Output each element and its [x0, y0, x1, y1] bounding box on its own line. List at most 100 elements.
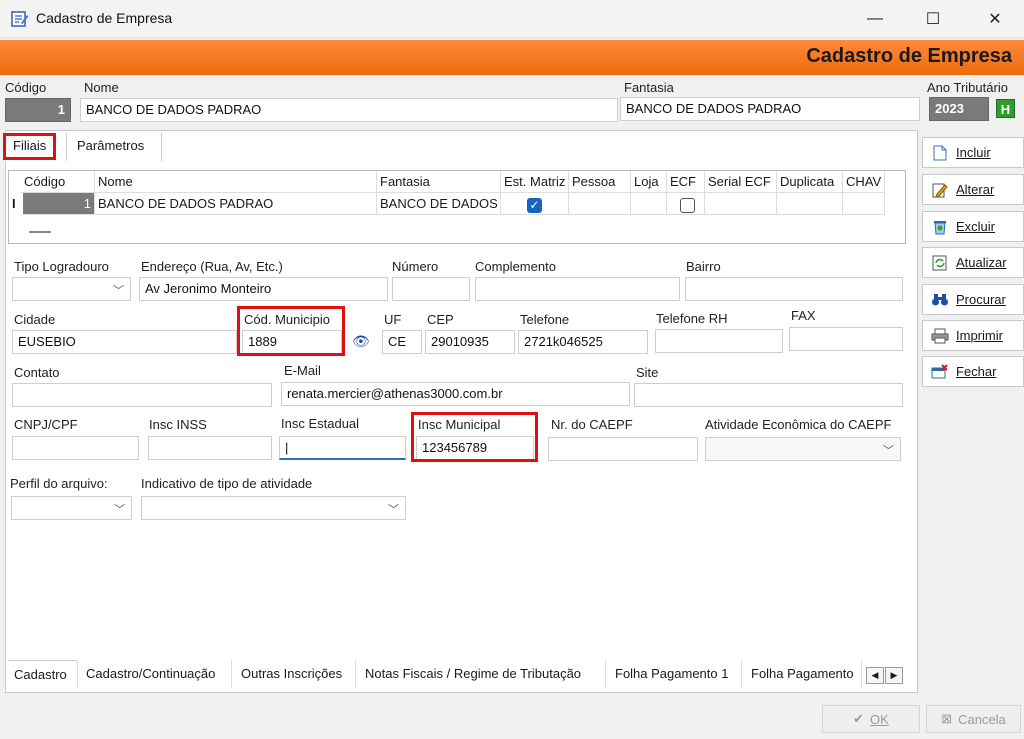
fax-field[interactable] [789, 327, 903, 351]
grid-scroll-indicator[interactable] [29, 231, 51, 233]
perfil-select[interactable]: ﹀ [11, 496, 132, 520]
minimize-button[interactable]: — [852, 0, 898, 38]
window-title: Cadastro de Empresa [36, 10, 173, 26]
endereco-field[interactable]: Av Jeronimo Monteiro [139, 277, 388, 301]
binoculars-icon[interactable]: 👁 [352, 333, 374, 351]
tab-scroll-left-button[interactable]: ◀ [866, 667, 884, 684]
maximize-button[interactable]: ☐ [910, 0, 956, 38]
uf-label: UF [384, 312, 402, 327]
close-window-icon [931, 363, 949, 381]
tab-notas-fiscais[interactable]: Notas Fiscais / Regime de Tributação [359, 660, 606, 688]
close-button[interactable]: ✕ [972, 0, 1018, 38]
inss-field[interactable] [148, 436, 272, 460]
column-header[interactable]: Fantasia [377, 171, 501, 193]
grid-cell-duplicata[interactable] [777, 193, 843, 215]
imprimir-button[interactable]: Imprimir [922, 320, 1024, 351]
grid-cell-pessoa[interactable] [569, 193, 631, 215]
cod-municipio-highlight [237, 306, 345, 356]
column-header[interactable]: Serial ECF [705, 171, 777, 193]
email-field[interactable]: renata.mercier@athenas3000.com.br [281, 382, 630, 406]
atividade-label: Atividade Econômica do CAEPF [705, 417, 892, 432]
tipo-logradouro-select[interactable]: ﹀ [12, 277, 131, 301]
atividade-select[interactable]: ﹀ [705, 437, 901, 461]
ano-tributario-field[interactable]: 2023 [929, 97, 989, 121]
complemento-field[interactable] [475, 277, 680, 301]
contato-field[interactable] [12, 383, 272, 407]
indicativo-select[interactable]: ﹀ [141, 496, 406, 520]
tab-outras-inscricoes[interactable]: Outras Inscrições [235, 660, 356, 688]
estadual-label: Insc Estadual [281, 416, 360, 431]
email-label: E-Mail [284, 363, 321, 378]
bairro-label: Bairro [686, 259, 721, 274]
tab-cadastro-continuacao[interactable]: Cadastro/Continuação [80, 660, 232, 688]
tipo-logradouro-label: Tipo Logradouro [14, 259, 109, 274]
estadual-field[interactable]: | [279, 436, 406, 460]
indicativo-label: Indicativo de tipo de atividade [141, 476, 313, 491]
telefone-rh-label: Telefone RH [656, 311, 728, 326]
tab-folha-pagamento-1[interactable]: Folha Pagamento 1 [609, 660, 742, 688]
column-header[interactable]: Pessoa [569, 171, 631, 193]
cep-field[interactable]: 29010935 [425, 330, 515, 354]
caepf-field[interactable] [548, 437, 698, 461]
tab-parametros[interactable]: Parâmetros [66, 133, 162, 161]
app-edit-icon [11, 11, 29, 27]
tab-scroll-right-button[interactable]: ▶ [885, 667, 903, 684]
cnpj-field[interactable] [12, 436, 139, 460]
grid-cell-nome[interactable]: BANCO DE DADOS PADRAO [95, 193, 377, 215]
telefone-label: Telefone [520, 312, 570, 327]
new-document-icon [931, 144, 949, 162]
atualizar-button[interactable]: Atualizar [922, 247, 1024, 278]
filiais-highlight [3, 133, 56, 160]
fechar-button[interactable]: Fechar [922, 356, 1024, 387]
column-header[interactable]: CHAV [843, 171, 885, 193]
column-header[interactable]: Código [21, 171, 95, 193]
refresh-icon [931, 254, 949, 272]
tab-cadastro[interactable]: Cadastro [8, 660, 78, 688]
ok-button[interactable]: ✔ OK [822, 705, 920, 733]
fantasia-label: Fantasia [624, 80, 674, 95]
column-header[interactable]: Duplicata [777, 171, 843, 193]
row-marker: I [12, 196, 16, 211]
checkmark-icon: ✔ [853, 711, 865, 726]
column-header[interactable]: Loja [631, 171, 667, 193]
est-matriz-checkbox[interactable]: ✓ [527, 198, 542, 213]
grid-cell-fantasia[interactable]: BANCO DE DADOS PADRAO [377, 193, 501, 215]
uf-field[interactable]: CE [382, 330, 422, 354]
header-title: Cadastro de Empresa [806, 45, 1012, 67]
nome-label: Nome [84, 80, 119, 95]
codigo-field[interactable]: 1 [5, 98, 71, 122]
procurar-button[interactable]: Procurar [922, 284, 1024, 315]
ano-history-button[interactable]: H [996, 99, 1015, 118]
grid-cell-serial-ecf[interactable] [705, 193, 777, 215]
cancela-button[interactable]: ⊠ Cancela [926, 705, 1021, 733]
binoculars-icon [931, 291, 949, 309]
site-label: Site [636, 365, 659, 380]
telefone-rh-field[interactable] [655, 329, 783, 353]
column-header[interactable]: ECF [667, 171, 705, 193]
tab-folha-pagamento[interactable]: Folha Pagamento [745, 660, 862, 688]
alterar-button[interactable]: Alterar [922, 174, 1024, 205]
bairro-field[interactable] [685, 277, 903, 301]
grid-cell-chave[interactable] [843, 193, 885, 215]
edit-icon [931, 181, 949, 199]
filiais-grid: Código Nome Fantasia Est. Matriz Pessoa … [8, 170, 906, 244]
column-header[interactable]: Nome [95, 171, 377, 193]
column-header[interactable]: Est. Matriz [501, 171, 569, 193]
incluir-button[interactable]: Incluir [922, 137, 1024, 168]
perfil-label: Perfil do arquivo: [10, 476, 108, 491]
fantasia-field[interactable]: BANCO DE DADOS PADRAO [620, 97, 920, 121]
grid-cell-codigo[interactable]: 1 [23, 193, 95, 215]
cidade-field[interactable]: EUSEBIO [12, 330, 237, 354]
cep-label: CEP [427, 312, 454, 327]
endereco-label: Endereço (Rua, Av, Etc.) [141, 259, 283, 274]
excluir-button[interactable]: Excluir [922, 211, 1024, 242]
site-field[interactable] [634, 383, 903, 407]
printer-icon [931, 327, 949, 345]
ecf-checkbox[interactable] [680, 198, 695, 213]
numero-field[interactable] [392, 277, 470, 301]
grid-cell-loja[interactable] [631, 193, 667, 215]
cancel-icon: ⊠ [941, 711, 953, 726]
nome-field[interactable]: BANCO DE DADOS PADRAO [80, 98, 618, 122]
ano-tributario-label: Ano Tributário [927, 80, 1008, 95]
telefone-field[interactable]: 2721k046525 [518, 330, 648, 354]
